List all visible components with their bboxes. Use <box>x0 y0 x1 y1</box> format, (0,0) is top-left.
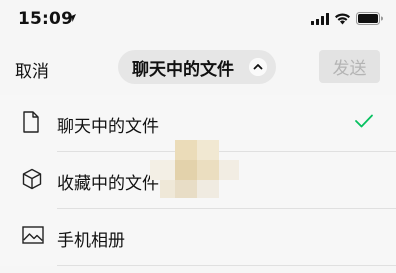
status-bar: 15:09 <box>0 0 396 40</box>
send-button[interactable]: 发送 <box>319 50 380 83</box>
source-selector-title: 聊天中的文件 <box>132 59 234 80</box>
chevron-up-icon <box>249 58 267 76</box>
battery-icon <box>356 12 383 25</box>
checkmark-icon <box>355 114 373 128</box>
divider <box>57 265 396 266</box>
menu-item-photo-album[interactable]: 手机相册 <box>0 209 396 266</box>
menu-item-label: 收藏中的文件 <box>57 174 159 194</box>
source-selector-dropdown[interactable]: 聊天中的文件 <box>118 50 276 84</box>
wifi-icon <box>335 13 350 25</box>
signal-icon <box>311 13 329 25</box>
cancel-button[interactable]: 取消 <box>15 57 49 82</box>
privacy-mosaic <box>150 140 240 200</box>
location-arrow-icon <box>68 14 76 22</box>
menu-item-label: 手机相册 <box>57 231 125 251</box>
photo-icon <box>22 226 44 244</box>
navigation-bar: 取消 聊天中的文件 发送 <box>0 46 396 90</box>
document-icon <box>23 111 39 133</box>
cube-icon <box>22 168 42 190</box>
menu-item-label: 聊天中的文件 <box>57 117 159 137</box>
status-time: 15:09 <box>18 9 74 29</box>
